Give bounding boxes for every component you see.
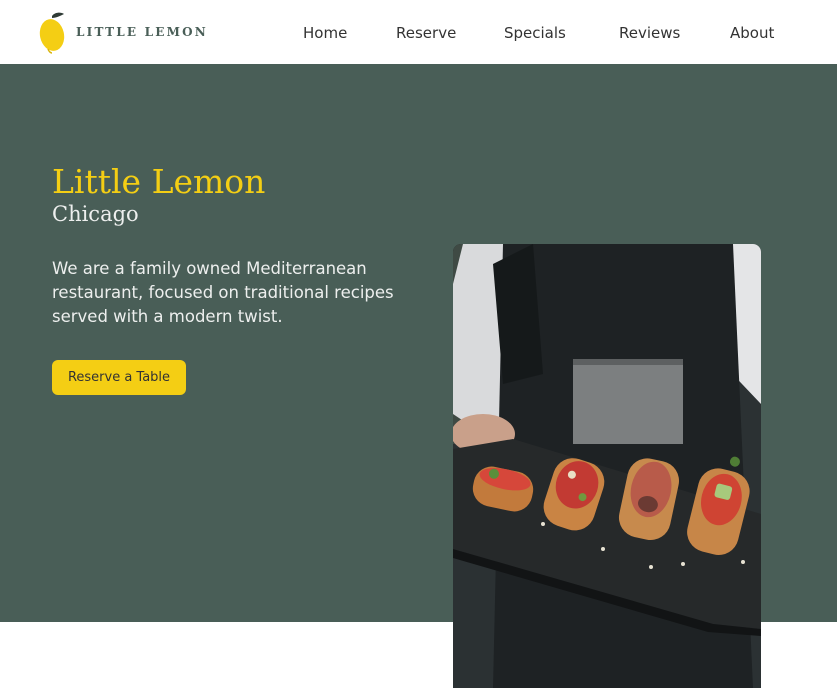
nav-about[interactable]: About	[730, 22, 774, 44]
main-nav: Home Reserve Specials Reviews About	[0, 22, 837, 46]
nav-reserve[interactable]: Reserve	[396, 22, 456, 44]
nav-specials[interactable]: Specials	[504, 22, 566, 44]
nav-home[interactable]: Home	[303, 22, 347, 44]
hero-title: Little Lemon	[52, 162, 266, 201]
hero-image	[453, 244, 761, 688]
reserve-table-button[interactable]: Reserve a Table	[52, 360, 186, 395]
hero-subtitle: Chicago	[52, 202, 139, 226]
hero-description: We are a family owned Mediterranean rest…	[52, 259, 394, 326]
nav-reviews[interactable]: Reviews	[619, 22, 680, 44]
site-header: LITTLE LEMON Home Reserve Specials Revie…	[0, 0, 837, 64]
